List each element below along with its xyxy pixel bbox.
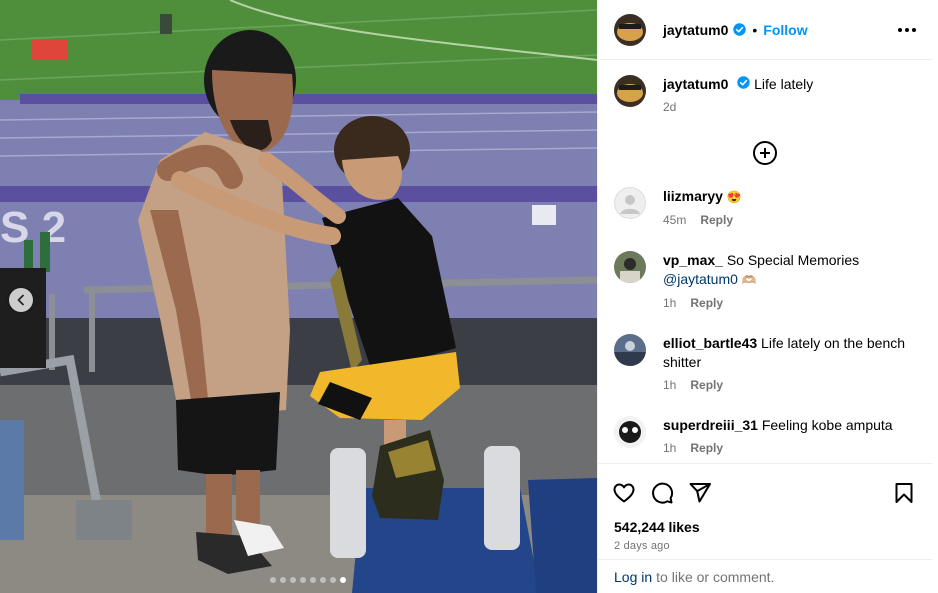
carousel-dot	[309, 577, 316, 583]
author-username[interactable]: jaytatum0	[663, 22, 728, 38]
login-prompt-text: to like or comment.	[656, 568, 775, 585]
carousel-dot	[339, 577, 346, 583]
carousel-dot	[299, 577, 306, 583]
login-link[interactable]: Log in	[614, 569, 652, 585]
carousel-dot	[269, 577, 276, 583]
comment-text: So Special Memories	[726, 252, 860, 268]
comment-age: 1h	[663, 296, 677, 310]
comment-item: elliot_bartle43 Life lately on the bench…	[598, 334, 932, 392]
svg-text:S 2: S 2	[0, 203, 66, 252]
post-side-panel: jaytatum0 • Follow jaytatum0 Life lately…	[597, 0, 932, 593]
comment-text: 😍	[726, 190, 742, 204]
commenter-avatar[interactable]	[614, 416, 646, 448]
plus-circle-icon[interactable]	[753, 141, 777, 165]
header-separator: •	[752, 21, 758, 38]
verified-badge-icon	[733, 23, 747, 36]
post-photo[interactable]: S 2	[0, 0, 597, 593]
instagram-post: S 2 jaytatum0 • Follow jaytatum0 Life la…	[0, 0, 938, 593]
stadium-photo: S 2	[0, 0, 597, 593]
bookmark-icon[interactable]	[892, 481, 916, 505]
post-actions-area: 542,244 likes 2 days ago Log in to like …	[598, 463, 932, 593]
more-options-icon[interactable]	[898, 22, 916, 38]
comment-bubble-icon[interactable]	[650, 481, 674, 505]
comment-age: 1h	[663, 378, 677, 392]
comment-emoji: 🫶🏼	[741, 273, 757, 287]
previous-slide-button[interactable]	[9, 288, 33, 312]
reply-button[interactable]: Reply	[690, 296, 723, 310]
carousel-dot	[329, 577, 336, 583]
comment-age: 45m	[663, 213, 687, 227]
paper-plane-icon[interactable]	[688, 481, 712, 505]
commenter-username[interactable]: vp_max_	[663, 252, 723, 268]
comment-item: liizmaryy 😍 45m Reply	[598, 187, 932, 227]
action-bar	[598, 464, 932, 508]
reply-button[interactable]: Reply	[700, 213, 733, 227]
post-caption: jaytatum0 Life lately 2d	[598, 61, 932, 114]
caption-avatar[interactable]	[614, 75, 646, 107]
follow-button[interactable]: Follow	[763, 22, 807, 38]
commenter-avatar[interactable]	[614, 187, 646, 219]
likes-count[interactable]: 542,244 likes	[598, 508, 932, 535]
avatar-image	[614, 334, 646, 366]
commenter-username[interactable]: liizmaryy	[663, 188, 723, 204]
commenter-avatar[interactable]	[614, 251, 646, 283]
comment-item: vp_max_ So Special Memories @jaytatum0 🫶…	[598, 251, 932, 310]
reply-button[interactable]: Reply	[690, 378, 723, 392]
comment-text: Feeling kobe amputa	[761, 417, 893, 433]
avatar-image	[614, 75, 646, 107]
post-header: jaytatum0 • Follow	[598, 0, 932, 60]
default-avatar-icon	[614, 187, 646, 219]
caption-username[interactable]: jaytatum0	[663, 76, 728, 92]
comment-item: superdreiii_31 Feeling kobe amputa 1h Re…	[598, 416, 932, 455]
reply-button[interactable]: Reply	[690, 441, 723, 455]
comment-age: 1h	[663, 441, 677, 455]
commenter-username[interactable]: elliot_bartle43	[663, 335, 757, 351]
heart-icon[interactable]	[612, 481, 636, 505]
comment-mention[interactable]: @jaytatum0	[663, 271, 738, 287]
avatar-image	[614, 13, 646, 46]
caption-text: Life lately	[754, 76, 814, 92]
commenter-username[interactable]: superdreiii_31	[663, 417, 758, 433]
carousel-indicator	[0, 577, 597, 583]
commenter-avatar[interactable]	[614, 334, 646, 366]
avatar-image	[614, 251, 646, 283]
verified-badge-icon	[737, 76, 750, 89]
author-avatar[interactable]	[614, 13, 646, 46]
post-date: 2 days ago	[614, 540, 670, 552]
caption-age: 2d	[663, 100, 677, 114]
carousel-dot	[319, 577, 326, 583]
carousel-dot	[289, 577, 296, 583]
login-prompt: Log in to like or comment.	[598, 559, 932, 593]
avatar-image	[614, 416, 646, 448]
carousel-dot	[279, 577, 286, 583]
chevron-left-icon	[17, 294, 24, 306]
comments-list[interactable]: jaytatum0 Life lately 2d liizmaryy 😍 45m…	[598, 61, 932, 463]
